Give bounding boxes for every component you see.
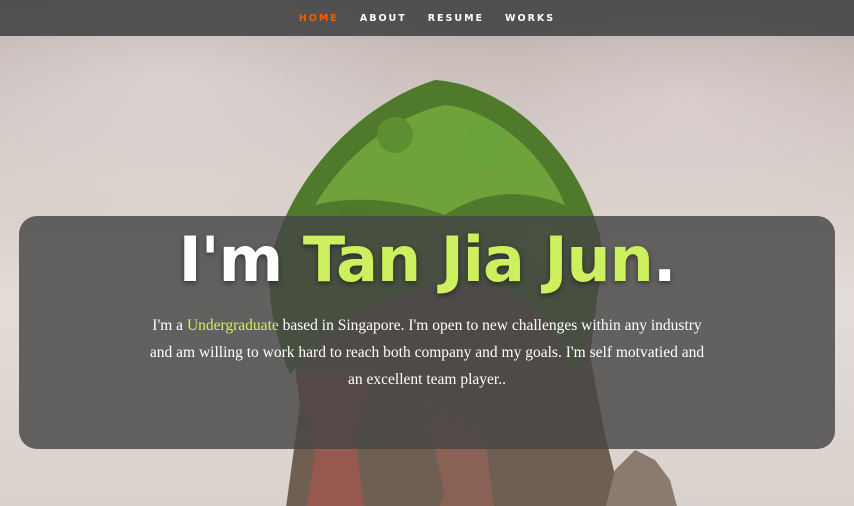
intro-role: Undergraduate: [186, 317, 279, 334]
nav-home-link[interactable]: HOME: [299, 13, 339, 24]
hero-period: .: [652, 223, 677, 296]
hero-headline: I'm Tan Jia Jun.: [19, 220, 835, 300]
nav-about-link[interactable]: ABOUT: [360, 13, 407, 24]
hero-intro: I'm a Undergraduate based in Singapore. …: [147, 312, 707, 393]
intro-before: I'm a: [152, 317, 184, 334]
hero-greeting: I'm: [178, 223, 284, 296]
nav-resume-link[interactable]: RESUME: [428, 13, 484, 24]
hero-banner: I'm Tan Jia Jun. I'm a Undergraduate bas…: [19, 216, 835, 449]
background-small-rock-image: [600, 440, 680, 506]
main-navbar: HOME ABOUT RESUME WORKS: [0, 0, 854, 36]
hero-name: Tan Jia Jun: [302, 223, 654, 296]
nav-works-link[interactable]: WORKS: [505, 13, 555, 24]
